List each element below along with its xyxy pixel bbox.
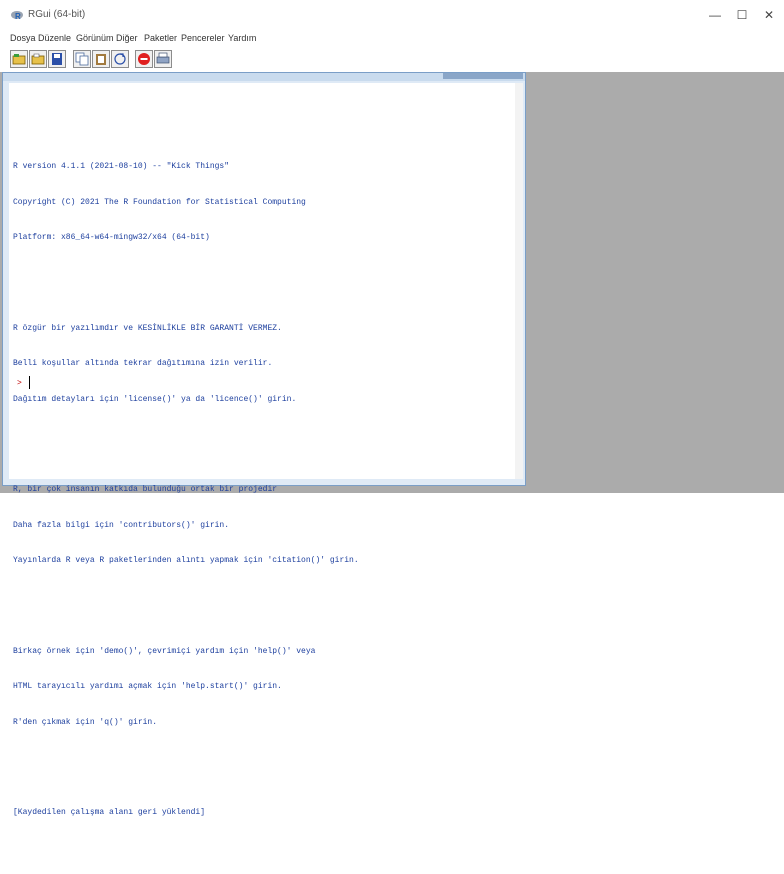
menu-bar: Dosya Düzenle Görünüm Diğer Paketler Pen… (0, 30, 784, 48)
console-line: R'den çıkmak için 'q()' girin. (13, 717, 158, 727)
console-line: Dağıtım detayları için 'license()' ya da… (13, 394, 297, 404)
close-button[interactable]: ✕ (754, 4, 784, 26)
text-cursor (29, 376, 30, 389)
mdi-workspace: R version 4.1.1 (2021-08-10) -- "Kick Th… (0, 72, 784, 817)
paste-button[interactable] (92, 50, 110, 68)
copy-paste-icon (114, 53, 126, 65)
console-line: R özgür bir yazılımdır ve KESİNLİKLE BİR… (13, 323, 282, 333)
copy-icon (75, 52, 89, 66)
printer-icon (156, 52, 170, 64)
console-line: Platform: x86_64-w64-mingw32/x64 (64-bit… (13, 233, 210, 242)
menu-packages[interactable]: Paketler (144, 33, 177, 43)
startup-paragraph: R, bir çok insanın katkıda bulunduğu ort… (13, 460, 359, 591)
stop-sign-icon (138, 53, 150, 65)
menu-help[interactable]: Yardım (228, 33, 256, 43)
r-console-window[interactable]: R version 4.1.1 (2021-08-10) -- "Kick Th… (2, 72, 526, 817)
console-line: Birkaç örnek için 'demo()', çevrimiçi ya… (13, 646, 316, 656)
r-app-icon: R (11, 11, 23, 21)
copy-button[interactable] (73, 50, 91, 68)
console-line: Copyright (C) 2021 The R Foundation for … (13, 197, 306, 207)
minimize-button[interactable]: — (700, 4, 730, 26)
console-output[interactable]: R version 4.1.1 (2021-08-10) -- "Kick Th… (9, 83, 519, 817)
menu-edit[interactable]: Düzenle (38, 33, 71, 43)
copy-paste-button[interactable] (111, 50, 129, 68)
menu-misc[interactable]: Diğer (116, 33, 138, 43)
startup-paragraph: [Kaydedilen çalışma alanı geri yüklendi] (13, 783, 359, 843)
load-workspace-button[interactable] (29, 50, 47, 68)
paste-icon (96, 54, 106, 65)
stop-button[interactable] (135, 50, 153, 68)
startup-paragraph: R version 4.1.1 (2021-08-10) -- "Kick Th… (13, 137, 359, 268)
title-bar: R RGui (64-bit) — ☐ ✕ (0, 0, 784, 30)
console-line: R version 4.1.1 (2021-08-10) -- "Kick Th… (13, 162, 230, 171)
startup-paragraph: Birkaç örnek için 'demo()', çevrimiçi ya… (13, 622, 359, 753)
load-folder-icon (31, 53, 45, 65)
save-workspace-button[interactable] (48, 50, 66, 68)
menu-windows[interactable]: Pencereler (181, 33, 225, 43)
menu-view[interactable]: Görünüm (76, 33, 114, 43)
console-text: R version 4.1.1 (2021-08-10) -- "Kick Th… (13, 113, 359, 874)
menu-file[interactable]: Dosya (10, 33, 36, 43)
console-line: [Kaydedilen çalışma alanı geri yüklendi] (13, 808, 206, 817)
console-line: Yayınlarda R veya R paketlerinden alıntı… (13, 556, 359, 565)
open-script-button[interactable] (10, 50, 28, 68)
console-title-accent (443, 73, 523, 79)
console-line: Daha fazla bilgi için 'contributors()' g… (13, 520, 230, 530)
save-disk-icon (52, 53, 62, 65)
window-title: RGui (64-bit) (28, 9, 86, 20)
console-line: Belli koşullar altında tekrar dağıtımına… (13, 359, 273, 368)
print-button[interactable] (154, 50, 172, 68)
toolbar (0, 48, 784, 72)
startup-paragraph: R özgür bir yazılımdır ve KESİNLİKLE BİR… (13, 299, 359, 430)
open-folder-icon (12, 54, 26, 65)
console-line: HTML tarayıcılı yardımı açmak için 'help… (13, 682, 282, 691)
console-scrollbar[interactable] (515, 83, 523, 479)
svg-text:R: R (15, 12, 21, 21)
console-line: R, bir çok insanın katkıda bulunduğu ort… (13, 485, 278, 494)
console-prompt: > (17, 379, 22, 388)
maximize-button[interactable]: ☐ (727, 4, 757, 26)
